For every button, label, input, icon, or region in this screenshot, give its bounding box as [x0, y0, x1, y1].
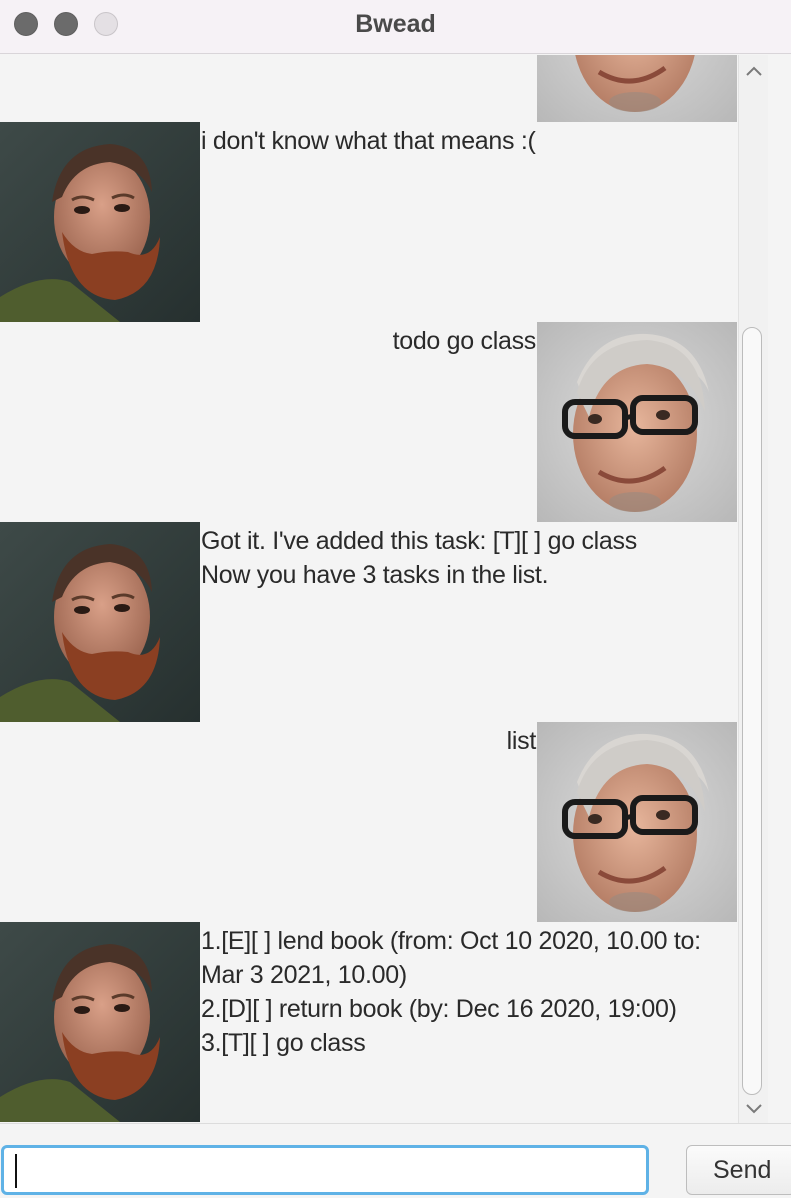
scroll-up-arrow-icon[interactable] [739, 59, 768, 83]
vertical-scrollbar[interactable] [738, 55, 768, 1123]
window-edge [768, 55, 791, 1123]
bot-avatar [0, 922, 200, 1122]
bot-message-text: i don't know what that means :( [201, 127, 536, 155]
message-row-user: list [0, 722, 737, 922]
user-message-text: todo go class [392, 327, 537, 355]
text-caret [15, 1154, 17, 1188]
message-input[interactable] [1, 1145, 649, 1195]
input-bar: Send [0, 1123, 791, 1198]
user-avatar [537, 55, 737, 122]
message-row-user [0, 55, 737, 122]
message-row-bot: 1.[E][ ] lend book (from: Oct 10 2020, 1… [0, 922, 737, 1122]
bot-avatar [0, 122, 200, 322]
title-bar: Bwead [0, 0, 791, 54]
bot-message-text: Got it. I've added this task: [T][ ] go … [201, 527, 637, 589]
bot-avatar [0, 522, 200, 722]
send-button[interactable]: Send [686, 1145, 791, 1195]
message-row-bot: Got it. I've added this task: [T][ ] go … [0, 522, 737, 722]
scroll-down-arrow-icon[interactable] [739, 1097, 768, 1121]
message-row-user: todo go class [0, 322, 737, 522]
user-avatar [537, 322, 737, 522]
chat-scroll-pane[interactable]: i don't know what that means :( todo go … [0, 55, 738, 1123]
user-avatar [537, 722, 737, 922]
scrollbar-thumb[interactable] [742, 327, 762, 1095]
window-title: Bwead [355, 10, 436, 38]
bot-message-text: 1.[E][ ] lend book (from: Oct 10 2020, 1… [201, 927, 701, 1057]
message-row-bot: i don't know what that means :( [0, 122, 737, 322]
user-message-text: list [506, 727, 537, 755]
